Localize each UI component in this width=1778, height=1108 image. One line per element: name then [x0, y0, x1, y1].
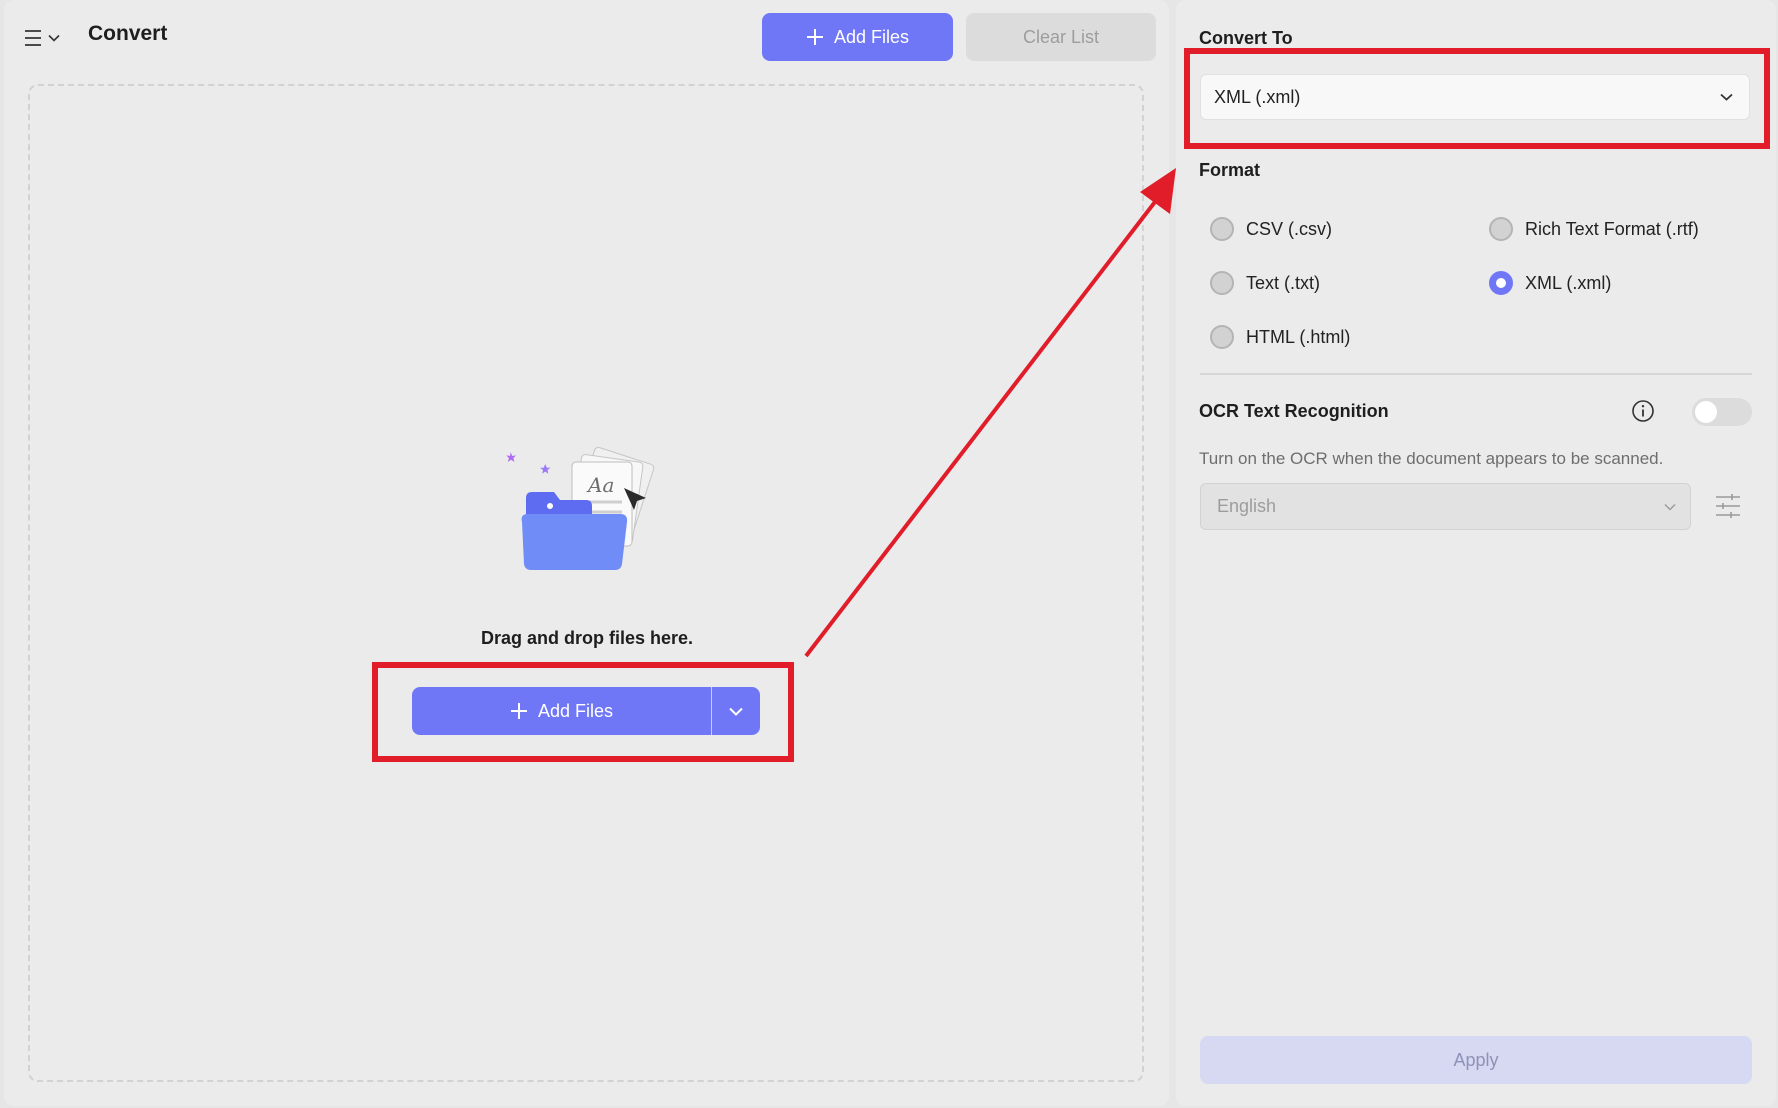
format-option-label: CSV (.csv)	[1246, 218, 1333, 239]
ocr-toggle[interactable]	[1692, 398, 1752, 426]
format-option-html[interactable]: HTML (.html)	[1210, 325, 1350, 349]
format-option-label: Text (.txt)	[1246, 272, 1321, 293]
ocr-label: OCR Text Recognition	[1199, 401, 1389, 421]
clear-list-button[interactable]: Clear List	[966, 13, 1156, 61]
right-panel	[1176, 0, 1776, 1106]
format-option-label: HTML (.html)	[1246, 326, 1351, 347]
add-files-label: Add Files	[537, 700, 614, 721]
add-files-button[interactable]: Add Files	[762, 13, 953, 61]
chevron-down-icon	[729, 707, 743, 716]
radio-button[interactable]	[1210, 217, 1234, 241]
format-option-label: XML (.xml)	[1525, 272, 1612, 293]
add-files-main-button[interactable]: Add Files	[412, 687, 711, 735]
ocr-language-select: English	[1200, 483, 1691, 530]
format-option-xml[interactable]: XML (.xml)	[1489, 271, 1611, 295]
ocr-hint: Turn on the OCR when the document appear…	[1199, 449, 1664, 468]
convert-to-value: XML (.xml)	[1214, 86, 1301, 107]
radio-button-selected[interactable]	[1489, 271, 1513, 295]
format-label: Format	[1199, 160, 1261, 180]
format-option-csv[interactable]: CSV (.csv)	[1210, 217, 1332, 241]
format-option-label: Rich Text Format (.rtf)	[1525, 218, 1699, 239]
add-files-label: Add Files	[833, 26, 910, 47]
apply-button[interactable]: Apply	[1200, 1036, 1752, 1084]
radio-button[interactable]	[1489, 217, 1513, 241]
format-option-rtf[interactable]: Rich Text Format (.rtf)	[1489, 217, 1699, 241]
ocr-language-value: English	[1217, 496, 1277, 516]
convert-to-select[interactable]: XML (.xml)	[1200, 74, 1750, 120]
plus-icon	[806, 29, 823, 45]
add-files-split-button: Add Files	[412, 687, 760, 735]
files-folder-illustration: Aa	[506, 446, 655, 570]
drop-instructions: Drag and drop files here.	[480, 628, 694, 648]
sliders-settings-icon[interactable]	[1714, 490, 1742, 522]
radio-button[interactable]	[1210, 271, 1234, 295]
svg-text:Aa: Aa	[586, 473, 614, 497]
chevron-down-icon	[1664, 503, 1676, 511]
convert-to-label: Convert To	[1199, 28, 1293, 48]
add-files-dropdown-button[interactable]	[712, 687, 760, 735]
page-title: Convert	[88, 22, 168, 45]
menu-button[interactable]	[24, 24, 70, 52]
hamburger-menu-icon	[25, 30, 41, 46]
plus-icon	[510, 703, 527, 719]
format-option-txt[interactable]: Text (.txt)	[1210, 271, 1320, 295]
info-icon[interactable]	[1631, 399, 1655, 423]
chevron-down-icon	[48, 34, 60, 42]
toggle-knob	[1695, 401, 1717, 423]
section-divider	[1200, 373, 1752, 375]
radio-button[interactable]	[1210, 325, 1234, 349]
chevron-down-icon	[1720, 93, 1733, 101]
